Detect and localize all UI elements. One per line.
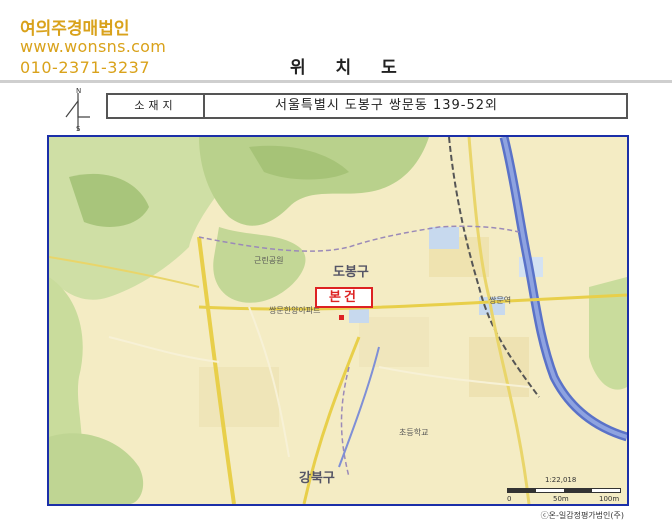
compass-north-label: N [76,87,82,95]
company-website[interactable]: www.wonsns.com [20,37,166,56]
company-phone: 010-2371-3237 [20,58,151,77]
compass-south-label: S [76,125,81,133]
map-district-dobong: 도봉구 [333,265,369,280]
location-address: 서울특별시 도봉구 쌍문동 139-52외 [275,98,498,113]
subject-property-marker[interactable] [339,315,344,320]
location-table: 소재지 서울특별시 도봉구 쌍문동 139-52외 [106,93,628,119]
subject-property-label[interactable]: 본건 [315,287,373,308]
location-map[interactable]: 근린공원 쌍문한양아파트 쌍문역 초등학교 도봉구 강북구 본건 1:22,01… [47,135,629,506]
map-graphic [49,137,627,504]
page-title: 위 치 도 [290,58,409,78]
company-name: 여의주경매법인 [20,19,130,39]
scale-mark: 50m [553,495,569,503]
header-divider [0,80,672,83]
location-label: 소재지 [108,95,205,117]
map-label-apartment: 쌍문한양아파트 [269,306,321,315]
map-label-station: 쌍문역 [489,296,512,305]
scale-ratio: 1:22,018 [545,476,577,484]
scale-mark: 100m [599,495,620,503]
scale-mark: 0 [507,495,512,503]
map-credit: ⓒ온-일감정평가법인(주) [540,511,624,520]
map-label-school: 초등학교 [399,428,429,437]
scale-bar [507,488,621,493]
map-district-gangbuk: 강북구 [299,471,335,486]
map-label-park: 근린공원 [254,256,284,265]
